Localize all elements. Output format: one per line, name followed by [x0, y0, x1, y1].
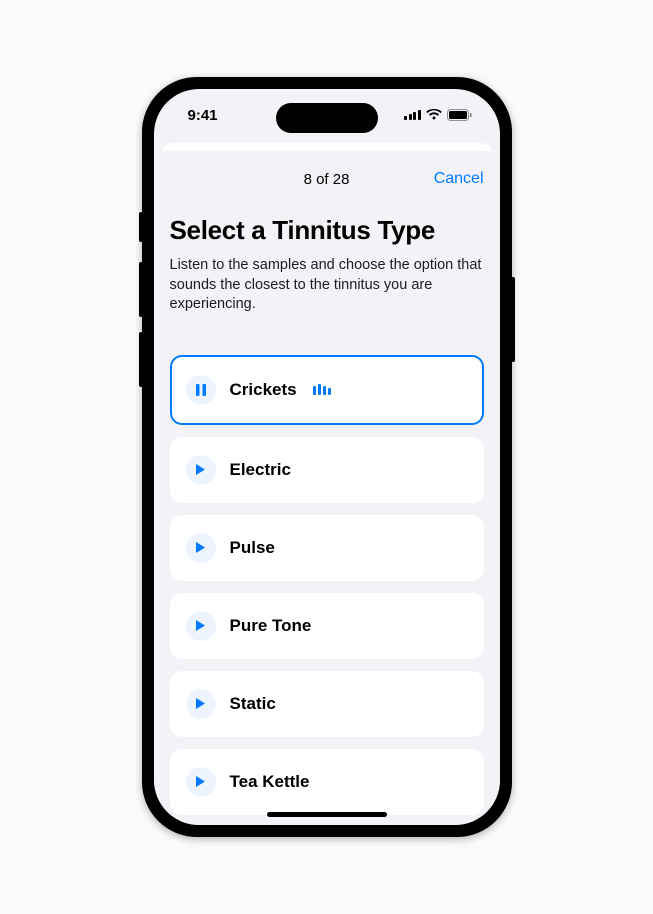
- power-button: [511, 277, 515, 362]
- play-icon: [195, 697, 206, 710]
- volume-up-button: [139, 262, 143, 317]
- option-electric[interactable]: Electric: [170, 437, 484, 503]
- play-icon: [195, 463, 206, 476]
- volume-down-button: [139, 332, 143, 387]
- pause-icon: [196, 384, 206, 396]
- modal-sheet: 8 of 28 Cancel Select a Tinnitus Type Li…: [154, 151, 500, 825]
- option-crickets[interactable]: Crickets: [170, 355, 484, 425]
- equalizer-icon: [313, 384, 331, 395]
- phone-frame: 9:41 8 of 28 Cancel Sel: [142, 77, 512, 837]
- cellular-icon: [404, 110, 421, 120]
- option-label: Electric: [230, 460, 291, 480]
- sheet-header: 8 of 28 Cancel: [170, 165, 484, 193]
- option-pure-tone[interactable]: Pure Tone: [170, 593, 484, 659]
- options-list: Crickets Electric: [170, 355, 484, 775]
- option-label: Crickets: [230, 380, 297, 400]
- option-label: Pure Tone: [230, 616, 312, 636]
- option-label: Static: [230, 694, 276, 714]
- play-button[interactable]: [186, 455, 216, 485]
- play-button[interactable]: [186, 689, 216, 719]
- side-button: [139, 212, 143, 242]
- pause-button[interactable]: [186, 375, 216, 405]
- wifi-icon: [426, 109, 442, 121]
- play-icon: [195, 619, 206, 632]
- option-static[interactable]: Static: [170, 671, 484, 737]
- battery-icon: [447, 109, 472, 121]
- play-button[interactable]: [186, 767, 216, 797]
- play-button[interactable]: [186, 533, 216, 563]
- option-pulse[interactable]: Pulse: [170, 515, 484, 581]
- screen: 9:41 8 of 28 Cancel Sel: [154, 89, 500, 825]
- status-time: 9:41: [188, 107, 218, 124]
- page-description: Listen to the samples and choose the opt…: [170, 256, 484, 315]
- play-icon: [195, 541, 206, 554]
- status-indicators: [404, 109, 472, 121]
- option-label: Tea Kettle: [230, 772, 310, 792]
- page-title: Select a Tinnitus Type: [170, 215, 484, 246]
- play-icon: [195, 775, 206, 788]
- play-button[interactable]: [186, 611, 216, 641]
- cancel-button[interactable]: Cancel: [434, 170, 484, 188]
- home-indicator[interactable]: [267, 812, 387, 817]
- dynamic-island: [276, 103, 378, 133]
- option-tea-kettle[interactable]: Tea Kettle: [170, 749, 484, 815]
- option-label: Pulse: [230, 538, 275, 558]
